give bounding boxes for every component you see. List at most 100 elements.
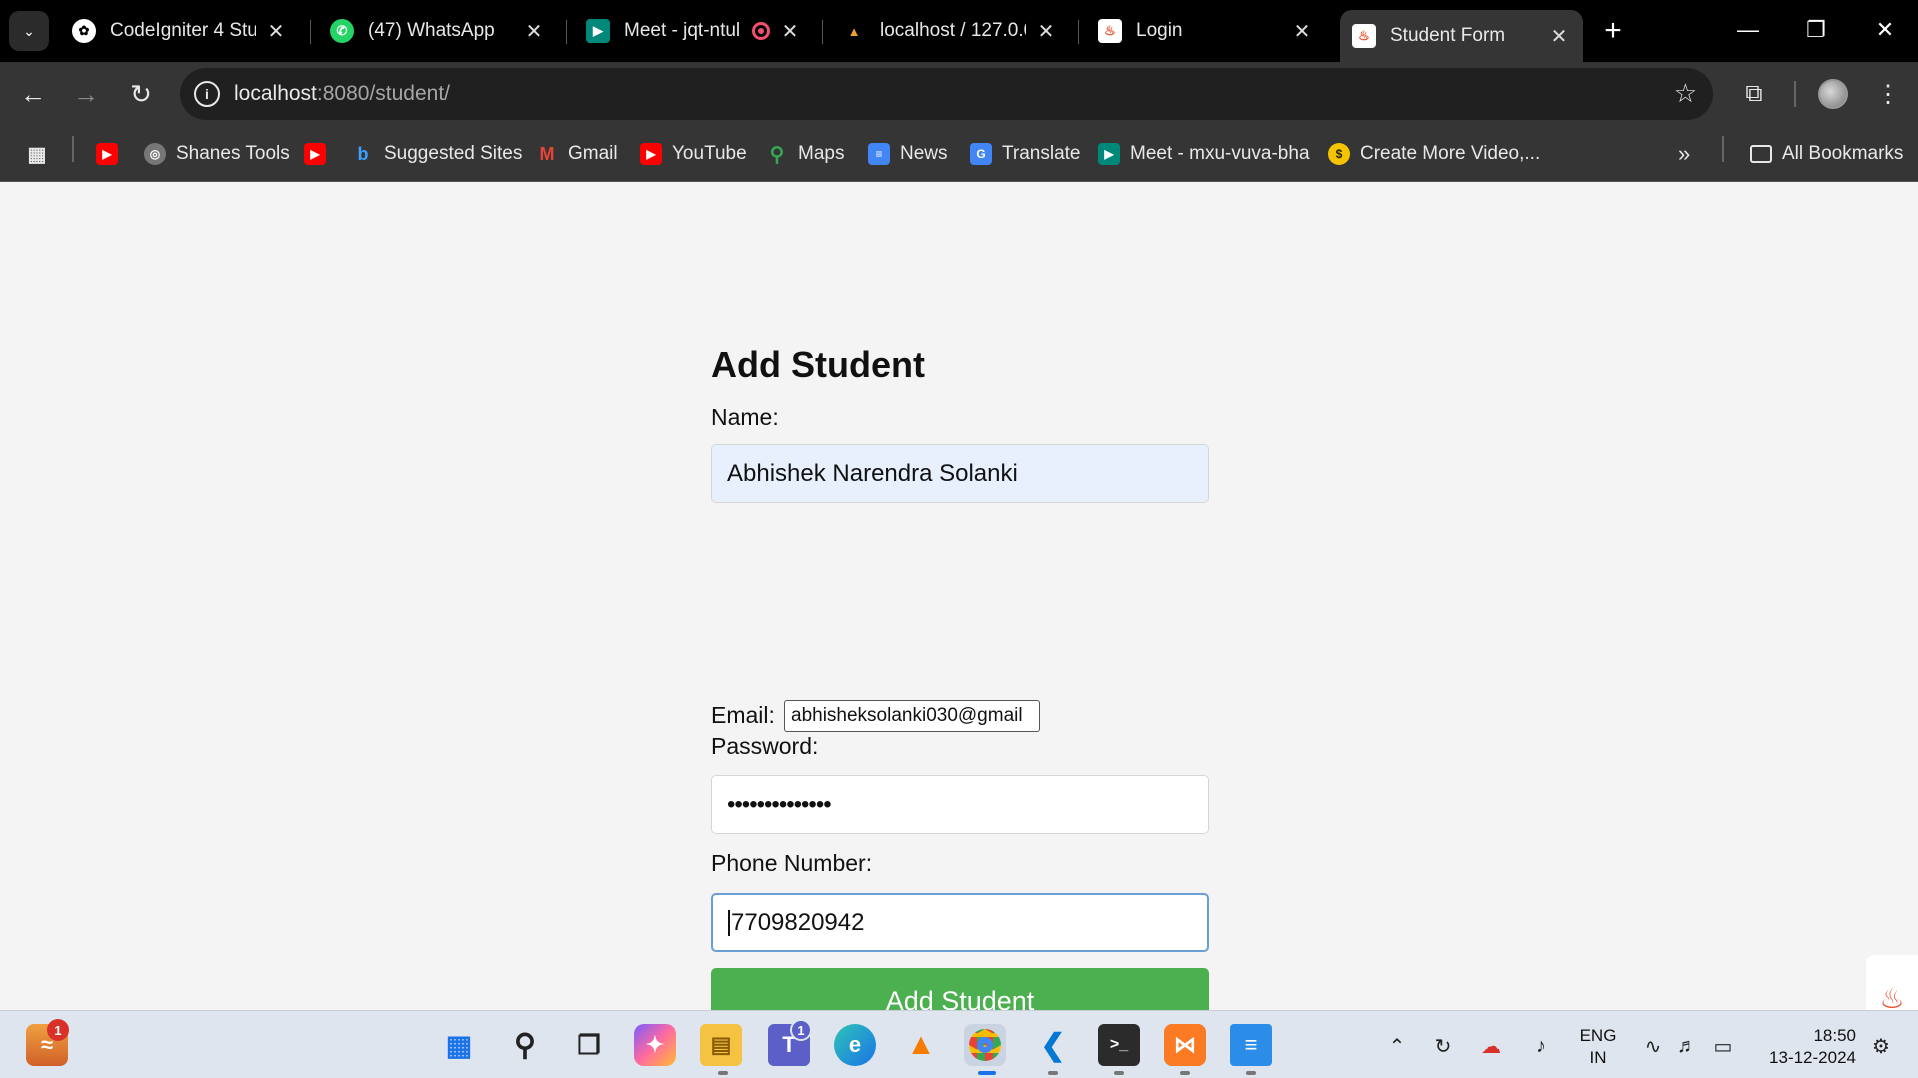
browser-menu-button[interactable]: ⋮ [1870, 76, 1906, 112]
edge-icon[interactable]: e [834, 1024, 876, 1066]
youtube-icon: ▶ [96, 143, 118, 165]
google-meet-icon: ▶ [1098, 143, 1120, 165]
close-tab-icon[interactable]: ✕ [264, 19, 288, 44]
close-tab-icon[interactable]: ✕ [1290, 19, 1314, 44]
tab-codeigniter-study[interactable]: ✿ CodeIgniter 4 Stud ✕ [60, 10, 300, 52]
tab-divider [310, 20, 311, 44]
extensions-button[interactable]: ⧉ [1736, 76, 1772, 112]
terminal-icon[interactable]: >_ [1098, 1024, 1140, 1066]
microphone-icon[interactable]: ♪ [1526, 1031, 1556, 1061]
name-input[interactable]: Abhishek Narendra Solanki [711, 444, 1209, 503]
language-indicator[interactable]: ENG IN [1575, 1025, 1621, 1069]
bookmark-translate[interactable]: G Translate [970, 140, 1081, 168]
bookmarks-bar: ▦ ▶ ◎ Shanes Tools ▶ b Suggested Sites M… [0, 126, 1918, 182]
running-indicator [1180, 1071, 1190, 1075]
tab-phpmyadmin[interactable]: ▲ localhost / 127.0.0. ✕ [830, 10, 1070, 52]
close-tab-icon[interactable]: ✕ [1034, 19, 1058, 44]
text-caret [728, 909, 730, 936]
bookmark-maps[interactable]: ⚲ Maps [766, 140, 845, 168]
file-explorer-icon[interactable]: ▤ [700, 1024, 742, 1066]
recording-icon [752, 22, 770, 40]
bookmark-suggested-sites[interactable]: b Suggested Sites [352, 140, 523, 168]
clock[interactable]: 18:50 13-12-2024 [1756, 1025, 1856, 1069]
bookmarks-divider [72, 136, 74, 162]
back-button[interactable]: ← [13, 74, 53, 114]
tab-whatsapp[interactable]: ✆ (47) WhatsApp ✕ [318, 10, 558, 52]
apps-button[interactable]: ▦ [26, 140, 58, 168]
folder-icon [1750, 145, 1772, 163]
news-icon: ≡ [868, 143, 890, 165]
close-tab-icon[interactable]: ✕ [1547, 24, 1571, 49]
minimize-icon: — [1737, 17, 1759, 42]
translate-icon: G [970, 143, 992, 165]
tab-divider [566, 20, 567, 44]
whatsapp-icon: ✆ [330, 19, 354, 43]
active-indicator [978, 1071, 996, 1075]
bookmark-shanes-tools[interactable]: ◎ Shanes Tools [144, 140, 290, 168]
phpmyadmin-icon: ▲ [847, 23, 861, 39]
tab-strip: ⌄ ✿ CodeIgniter 4 Stud ✕ ✆ (47) WhatsApp… [0, 0, 1918, 62]
phone-value: 7709820942 [731, 908, 865, 936]
close-tab-icon[interactable]: ✕ [522, 19, 546, 44]
debug-toolbar-toggle[interactable]: ♨ [1866, 955, 1918, 1015]
task-view-icon[interactable]: ❐ [568, 1024, 610, 1066]
bookmark-star-icon[interactable]: ☆ [1674, 78, 1697, 109]
xampp-icon[interactable]: ⋈ [1164, 1024, 1206, 1066]
password-input[interactable]: •••••••••••••• [711, 775, 1209, 834]
address-bar[interactable]: i localhost:8080/student/ ☆ [180, 68, 1713, 120]
copilot-icon[interactable]: ✦ [634, 1024, 676, 1066]
all-bookmarks-button[interactable]: All Bookmarks [1750, 140, 1903, 168]
minimize-button[interactable]: — [1725, 10, 1771, 50]
close-icon: ✕ [1875, 17, 1895, 42]
close-tab-icon[interactable]: ✕ [778, 19, 802, 44]
bookmark-gmail[interactable]: M Gmail [536, 140, 618, 168]
bookmark-youtube-2[interactable]: ▶ [304, 140, 336, 168]
tab-login[interactable]: ♨ Login ✕ [1086, 10, 1326, 52]
battery-icon[interactable]: ▭ [1708, 1031, 1738, 1061]
running-indicator [718, 1071, 728, 1075]
email-input[interactable]: abhisheksolanki030@gmail [784, 700, 1040, 732]
notification-bell-icon[interactable]: ⚙ [1866, 1031, 1896, 1061]
bookmark-youtube-1[interactable]: ▶ [96, 140, 128, 168]
search-icon[interactable]: ⚲ [504, 1024, 546, 1066]
reload-icon: ↻ [130, 78, 152, 109]
wifi-icon[interactable]: ∿ [1638, 1031, 1668, 1061]
gmail-icon: M [539, 143, 555, 164]
tab-student-form[interactable]: ♨ Student Form ✕ [1340, 10, 1583, 62]
onedrive-error-icon[interactable]: ☁ [1476, 1031, 1506, 1061]
name-label: Name: [711, 404, 779, 430]
site-info-icon[interactable]: i [194, 81, 220, 107]
name-value: Abhishek Narendra Solanki [727, 459, 1018, 487]
url-text[interactable]: localhost:8080/student/ [234, 82, 450, 106]
bookmark-youtube[interactable]: ▶ YouTube [640, 140, 747, 168]
new-tab-button[interactable]: + [1595, 13, 1631, 49]
forward-button[interactable]: → [66, 74, 106, 114]
profile-avatar[interactable] [1818, 79, 1848, 109]
password-label: Password: [711, 733, 819, 759]
bookmark-create-more-video[interactable]: $ Create More Video,... [1328, 140, 1540, 168]
reload-button[interactable]: ↻ [121, 74, 161, 114]
running-indicator [1048, 1071, 1058, 1075]
chevron-up-icon[interactable]: ⌃ [1382, 1031, 1412, 1061]
notepad-icon[interactable]: ≡ [1230, 1024, 1272, 1066]
more-bookmarks-button[interactable]: » [1678, 140, 1690, 168]
phone-label: Phone Number: [711, 850, 873, 876]
tab-search-button[interactable]: ⌄ [9, 11, 49, 51]
volume-icon[interactable]: ♬ [1672, 1031, 1702, 1061]
vlc-icon[interactable]: ▲ [900, 1024, 942, 1066]
windows-start-icon[interactable]: ▦ [438, 1024, 480, 1066]
toolbar-divider [1794, 81, 1796, 107]
bookmark-news[interactable]: ≡ News [868, 140, 948, 168]
globe-icon: ◎ [144, 143, 166, 165]
chrome-icon[interactable] [964, 1024, 1006, 1066]
tab-meet[interactable]: ▶ Meet - jqt-ntul ✕ [574, 10, 814, 52]
bookmark-meet[interactable]: ▶ Meet - mxu-vuva-bha [1098, 140, 1310, 168]
phone-input[interactable]: 7709820942 [711, 893, 1209, 952]
tab-divider [1078, 20, 1079, 44]
arrow-left-icon: ← [20, 78, 46, 109]
close-window-button[interactable]: ✕ [1862, 10, 1908, 50]
vscode-icon[interactable]: ❮ [1032, 1024, 1074, 1066]
restore-button[interactable]: ❐ [1793, 10, 1839, 50]
windows-taskbar: ≈ 1 ▦ ⚲ ❐ ✦ ▤ T 1 e ▲ ❮ >_ ⋈ ≡ ⌃ ↻ ☁ ♪ E… [0, 1010, 1918, 1078]
sync-icon[interactable]: ↻ [1428, 1031, 1458, 1061]
